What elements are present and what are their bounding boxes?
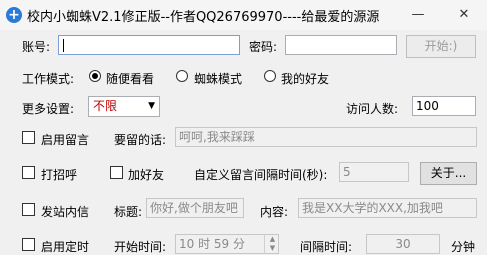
timer-interval-input[interactable]: 30 [366, 234, 440, 254]
subject-input[interactable]: 你好,做个朋友吧 [146, 198, 244, 218]
time-spinner[interactable]: ▲ ▼ [264, 235, 280, 253]
timer-interval-label: 间隔时间: [300, 240, 353, 254]
minimize-button[interactable]: — [395, 0, 441, 30]
account-label: 账号: [22, 40, 51, 54]
visitors-input[interactable]: 100 [412, 96, 476, 116]
text-caret [63, 39, 64, 52]
spin-up-icon[interactable]: ▲ [265, 235, 280, 244]
visitors-label: 访问人数: [346, 102, 399, 116]
interval-input[interactable]: 5 [339, 162, 409, 182]
radio-selected-dot [92, 73, 98, 79]
about-button[interactable]: 关于... [420, 162, 477, 185]
mode-label: 工作模式: [22, 72, 75, 86]
mode-option-browse[interactable]: 随便看看 [106, 70, 154, 87]
content-label: 内容: [260, 205, 289, 219]
more-settings-label: 更多设置: [22, 102, 75, 116]
window-title: 校内小蜘蛛V2.1修正版--作者QQ26769970----给最爱的源源 [27, 10, 380, 25]
mode-radio-spider[interactable] [176, 70, 188, 82]
message-text-input[interactable]: 呵呵,我来踩踩 [175, 127, 477, 147]
start-time-label: 开始时间: [114, 240, 167, 254]
range-select-value: 不限 [93, 99, 118, 113]
add-friend-checkbox[interactable] [110, 166, 123, 179]
message-text-label: 要留的话: [114, 133, 167, 147]
enable-message-label[interactable]: 启用留言 [41, 131, 89, 148]
content-input[interactable]: 我是XX大学的XXX,加我吧 [298, 198, 477, 218]
add-friend-label[interactable]: 加好友 [128, 166, 164, 183]
range-select[interactable]: 不限 ▼ [88, 96, 160, 117]
enable-timer-checkbox[interactable] [22, 238, 35, 251]
greet-checkbox[interactable] [22, 166, 35, 179]
account-input[interactable] [58, 35, 240, 55]
dropdown-arrow-icon: ▼ [148, 101, 155, 111]
enable-timer-label[interactable]: 启用定时 [41, 238, 89, 255]
start-button[interactable]: 开始:) [406, 35, 476, 58]
send-mail-label[interactable]: 发站内信 [41, 203, 89, 220]
send-mail-checkbox[interactable] [22, 203, 35, 216]
interval-label: 自定义留言间隔时间(秒): [194, 168, 328, 182]
greet-label[interactable]: 打招呼 [41, 166, 77, 183]
mode-option-spider[interactable]: 蜘蛛模式 [194, 70, 242, 87]
mode-radio-friends[interactable] [264, 70, 276, 82]
enable-message-checkbox[interactable] [22, 131, 35, 144]
start-time-value: 10 时 59 分 [179, 237, 245, 251]
spin-down-icon[interactable]: ▼ [265, 244, 280, 253]
timer-unit-label: 分钟 [451, 240, 476, 254]
app-plus-icon: + [6, 7, 22, 23]
password-input[interactable] [285, 35, 397, 55]
mode-option-friends[interactable]: 我的好友 [281, 70, 329, 87]
close-button[interactable]: ✕ [441, 0, 487, 30]
subject-label: 标题: [114, 205, 143, 219]
password-label: 密码: [249, 40, 278, 54]
title-bar: + 校内小蜘蛛V2.1修正版--作者QQ26769970----给最爱的源源 —… [0, 0, 487, 30]
mode-radio-browse[interactable] [89, 70, 101, 82]
